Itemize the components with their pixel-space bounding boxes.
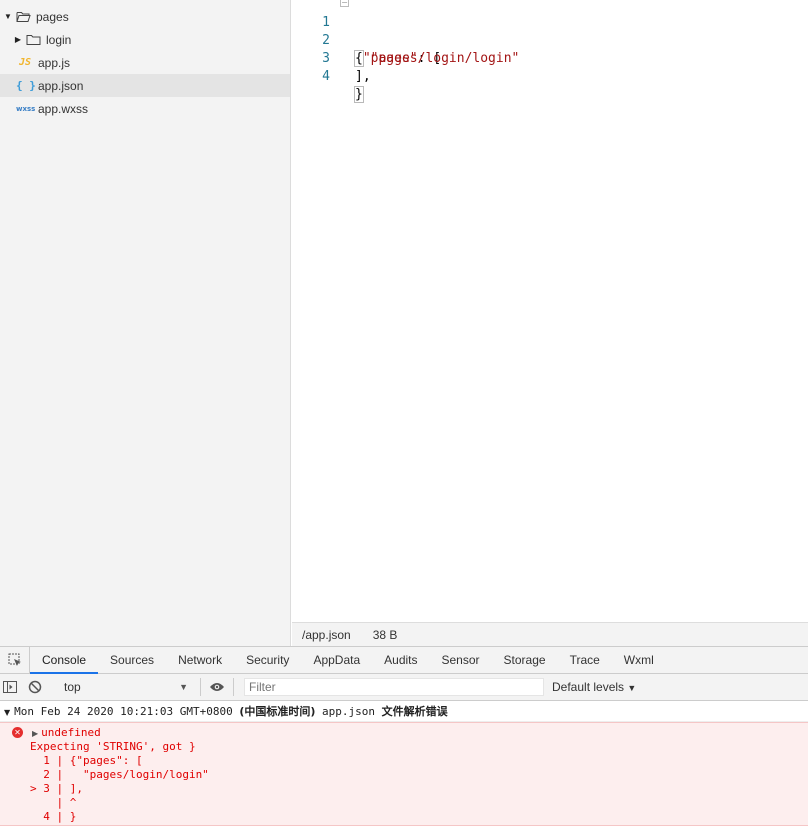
console-toolbar: top ▼ Default levels ▼: [0, 674, 808, 701]
inspect-element-icon[interactable]: [0, 646, 30, 674]
code-editor[interactable]: 1 − {"pages": [ 2 "pages/login/login" 3 …: [292, 0, 808, 622]
wxss-file-icon: wxss: [16, 104, 36, 113]
console-output[interactable]: ▼ Mon Feb 24 2020 10:21:03 GMT+0800 (中国标准…: [0, 701, 808, 832]
tab-sensor[interactable]: Sensor: [430, 646, 492, 674]
error-line: Expecting 'STRING', got }: [30, 740, 196, 753]
error-icon: ✕: [12, 727, 23, 738]
tab-console[interactable]: Console: [30, 646, 99, 674]
collapse-arrow-icon[interactable]: ▶: [13, 35, 23, 44]
tree-item-app-js[interactable]: JS app.js: [0, 51, 290, 74]
json-file-icon: { }: [16, 79, 36, 92]
error-line: 2 | "pages/login/login": [30, 768, 209, 781]
dropdown-caret-icon: ▼: [627, 683, 637, 693]
tab-audits[interactable]: Audits: [372, 646, 429, 674]
dropdown-caret-icon: ▼: [179, 682, 188, 692]
error-line[interactable]: ▶ undefined: [32, 726, 101, 740]
error-line: 4 | }: [30, 810, 77, 823]
tab-storage[interactable]: Storage: [492, 646, 558, 674]
devtools-tab-bar: Console Sources Network Security AppData…: [0, 646, 808, 674]
expand-arrow-icon[interactable]: ▶: [32, 729, 38, 738]
tree-item-label: pages: [36, 9, 69, 24]
tree-item-app-json[interactable]: { } app.json: [0, 74, 290, 97]
console-group-header[interactable]: ▼ Mon Feb 24 2020 10:21:03 GMT+0800 (中国标准…: [0, 701, 808, 722]
tree-item-label: app.wxss: [38, 101, 89, 116]
collapse-arrow-icon[interactable]: ▼: [4, 708, 10, 717]
editor-status-bar: /app.json 38 B: [292, 622, 808, 646]
error-line: | ^: [30, 796, 77, 809]
tab-sources[interactable]: Sources: [98, 646, 166, 674]
console-error-message[interactable]: ✕ ▶ undefined Expecting 'STRING', got } 1…: [0, 722, 808, 826]
code-line[interactable]: 1 − {"pages": [: [292, 0, 808, 67]
toolbar-divider: [200, 678, 201, 696]
tab-security[interactable]: Security: [234, 646, 301, 674]
tab-network[interactable]: Network: [166, 646, 234, 674]
tree-item-label: app.js: [38, 55, 71, 70]
code-line[interactable]: 4 }: [292, 50, 808, 103]
line-number: 4: [322, 69, 330, 84]
tree-item-label: app.json: [38, 78, 84, 93]
code-line[interactable]: 2 "pages/login/login": [292, 14, 808, 66]
tab-appdata[interactable]: AppData: [301, 646, 372, 674]
folder-open-icon: [16, 11, 31, 22]
error-line: > 3 | ],: [30, 782, 83, 795]
expand-arrow-icon[interactable]: ▼: [3, 12, 13, 21]
js-file-icon: JS: [18, 57, 32, 68]
tree-item-login[interactable]: ▶ login: [0, 28, 290, 51]
log-levels-dropdown[interactable]: Default levels ▼: [552, 680, 636, 694]
code-line[interactable]: 3 ],: [292, 32, 808, 84]
tab-wxml[interactable]: Wxml: [612, 646, 666, 674]
file-size: 38 B: [372, 627, 398, 642]
file-path: /app.json: [302, 627, 351, 642]
code-text: }: [354, 86, 364, 103]
file-tree-sidebar: ▼ pages ▶ login JS app.js { } app.json w…: [0, 0, 291, 646]
tree-item-app-wxss[interactable]: wxss app.wxss: [0, 97, 290, 120]
console-filter-input[interactable]: [244, 678, 544, 696]
error-line: 1 | {"pages": [: [30, 754, 143, 767]
show-sidebar-icon[interactable]: [0, 674, 20, 701]
tab-trace[interactable]: Trace: [558, 646, 612, 674]
fold-icon[interactable]: −: [340, 0, 349, 7]
code-text: ],: [355, 69, 371, 84]
context-selector[interactable]: top ▼: [56, 677, 194, 697]
folder-icon: [26, 34, 41, 45]
live-expression-eye-icon[interactable]: [207, 674, 227, 701]
clear-console-icon[interactable]: [20, 674, 50, 701]
tree-item-label: login: [46, 32, 72, 47]
tree-item-pages[interactable]: ▼ pages: [0, 5, 290, 28]
toolbar-divider: [233, 678, 234, 696]
